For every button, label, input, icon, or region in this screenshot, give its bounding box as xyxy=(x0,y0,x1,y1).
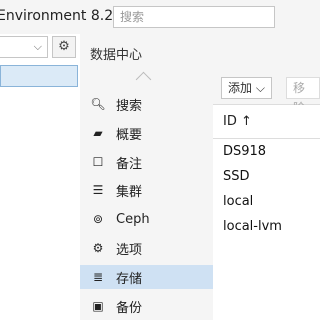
remove-button[interactable]: 移除 xyxy=(286,77,320,115)
scroll-up-icon[interactable] xyxy=(135,71,152,88)
nav-item-cluster[interactable]: ☰ 集群 xyxy=(80,178,213,202)
save-icon: ▣ xyxy=(92,299,104,313)
table-row[interactable]: DS918 xyxy=(213,139,320,164)
nav-item-notes[interactable]: ☐ 备注 xyxy=(80,150,213,174)
tree-item-datacenter[interactable] xyxy=(0,65,78,87)
table-row[interactable]: local xyxy=(213,189,320,214)
nav-item-label: Ceph xyxy=(116,211,150,227)
note-icon: ☐ xyxy=(92,155,104,169)
toolbar: 添加 ⌵ 移除 xyxy=(213,68,320,115)
top-bar: Environment 8.2.2 搜索 xyxy=(0,0,320,35)
ceph-icon: ⊚ xyxy=(92,212,104,226)
nav-item-label: 选项 xyxy=(116,242,143,258)
server-icon: ☰ xyxy=(92,183,104,197)
chevron-down-icon: ⌵ xyxy=(33,40,42,53)
gear-icon: ⚙ xyxy=(92,241,104,255)
column-header-id[interactable]: ID ↑ xyxy=(213,105,320,139)
nav-item-label: 备份 xyxy=(116,300,143,316)
panel-header: 数据中心 xyxy=(80,34,320,69)
table-row[interactable]: SSD xyxy=(213,164,320,189)
resource-tree: ⌵ ⚙ xyxy=(0,34,81,320)
gear-icon[interactable]: ⚙ xyxy=(52,36,76,58)
nav-item-ceph[interactable]: ⊚ Ceph xyxy=(80,207,213,231)
nav-item-options[interactable]: ⚙ 选项 xyxy=(80,236,213,260)
nav-item-storage[interactable]: ≣ 存储 xyxy=(80,265,213,289)
search-icon: 🔍︎ xyxy=(90,97,106,111)
nav-item-search[interactable]: 🔍︎ 搜索 xyxy=(80,92,213,116)
table-row[interactable]: local-lvm xyxy=(213,214,320,239)
nav-item-summary[interactable]: ▰ 概要 xyxy=(80,121,213,145)
nav-item-label: 备注 xyxy=(116,156,143,172)
nav-item-label: 概要 xyxy=(116,127,143,143)
nav-item-label: 存储 xyxy=(116,271,143,287)
add-button[interactable]: 添加 ⌵ xyxy=(221,77,272,99)
nav-item-label: 集群 xyxy=(116,184,143,200)
nav-item-label: 搜索 xyxy=(116,98,143,114)
book-icon: ▰ xyxy=(93,126,103,140)
database-icon: ≣ xyxy=(92,270,104,284)
view-select[interactable]: ⌵ xyxy=(0,36,48,58)
datacenter-nav: 🔍︎ 搜索 ▰ 概要 ☐ 备注 ☰ 集群 ⊚ Ceph ⚙ 选项 ≣ 存储 ▣ … xyxy=(80,68,214,320)
storage-content: 添加 ⌵ 移除 ID ↑ DS918 SSD local local-lvm xyxy=(213,68,320,320)
search-input[interactable]: 搜索 xyxy=(113,6,275,28)
nav-item-backup[interactable]: ▣ 备份 xyxy=(80,294,213,318)
page-title: 数据中心 xyxy=(90,48,143,63)
app-title: Environment 8.2.2 xyxy=(0,8,127,24)
